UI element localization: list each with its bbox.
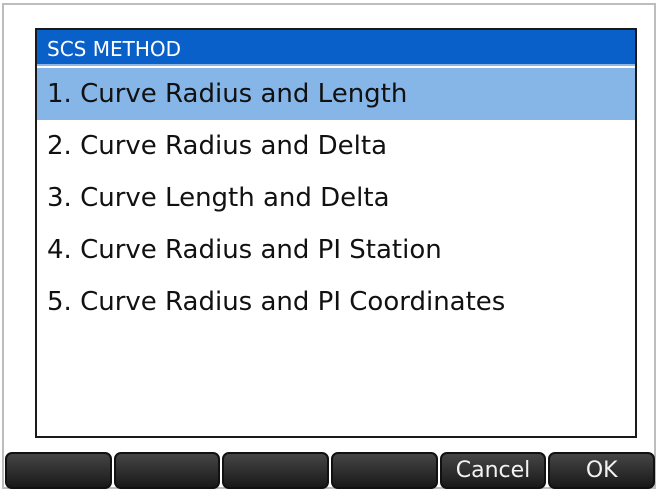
softkey-1[interactable]: [5, 452, 112, 489]
method-list: 1. Curve Radius and Length 2. Curve Radi…: [37, 68, 635, 328]
softkey-4[interactable]: [331, 452, 438, 489]
dialog-title: SCS METHOD: [37, 30, 635, 66]
softkey-3[interactable]: [222, 452, 330, 489]
method-item-length-delta[interactable]: 3. Curve Length and Delta: [37, 172, 635, 224]
calculator-screen: SCS METHOD 1. Curve Radius and Length 2.…: [0, 0, 661, 491]
ok-button[interactable]: OK: [548, 452, 656, 489]
method-item-radius-pi-coordinates[interactable]: 5. Curve Radius and PI Coordinates: [37, 276, 635, 328]
scs-method-dialog: SCS METHOD 1. Curve Radius and Length 2.…: [35, 28, 637, 438]
softkey-2[interactable]: [113, 452, 221, 489]
softkey-bar: Cancel OK: [5, 452, 656, 489]
method-item-radius-delta[interactable]: 2. Curve Radius and Delta: [37, 120, 635, 172]
method-item-radius-pi-station[interactable]: 4. Curve Radius and PI Station: [37, 224, 635, 276]
method-item-radius-length[interactable]: 1. Curve Radius and Length: [37, 68, 635, 120]
cancel-button[interactable]: Cancel: [439, 452, 547, 489]
